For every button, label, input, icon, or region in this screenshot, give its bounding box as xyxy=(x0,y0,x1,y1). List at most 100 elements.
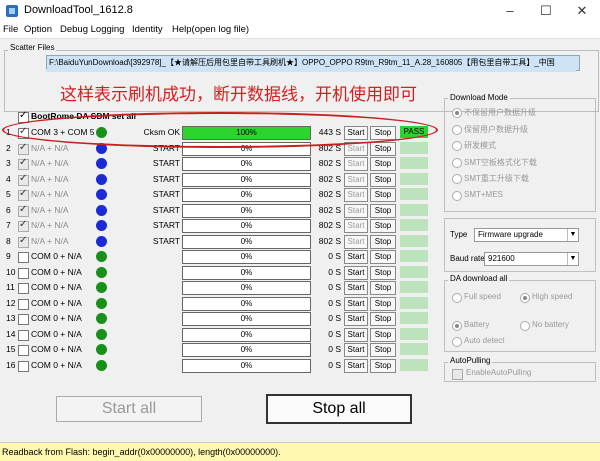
full-speed-radio[interactable] xyxy=(452,293,462,303)
port-checkbox[interactable] xyxy=(18,219,29,232)
no-battery-label: No battery xyxy=(532,320,569,329)
row-start-button[interactable]: Start xyxy=(344,312,368,326)
port-checkbox[interactable] xyxy=(18,283,29,294)
baud-select[interactable]: 921600 ▼ xyxy=(484,252,579,266)
battery-radio[interactable] xyxy=(452,321,462,331)
start-all-button[interactable]: Start all xyxy=(56,396,202,422)
download-mode-option-label: 不保留用户数据升级 xyxy=(464,108,536,117)
stop-all-button[interactable]: Stop all xyxy=(266,394,412,424)
row-start-button[interactable]: Start xyxy=(344,281,368,295)
menu-file[interactable]: File xyxy=(3,24,18,35)
progress-bar: 0% xyxy=(182,250,311,264)
row-result xyxy=(400,219,428,231)
progress-percent: 0% xyxy=(240,205,253,215)
row-result xyxy=(400,358,428,371)
type-select[interactable]: Firmware upgrade ▼ xyxy=(474,228,579,242)
port-label: N/A + N/A xyxy=(31,220,69,230)
port-checkbox[interactable] xyxy=(18,345,29,356)
auto-detect-radio[interactable] xyxy=(452,337,462,347)
menu-identity[interactable]: Identity xyxy=(132,24,163,35)
menu-option[interactable]: Option xyxy=(24,24,52,35)
row-stop-button[interactable]: Stop xyxy=(370,234,396,249)
download-mode-radio[interactable] xyxy=(452,141,462,151)
row-time: 0 S xyxy=(328,282,341,292)
row-time: 0 S xyxy=(328,266,341,277)
download-mode-option-label: 研发模式 xyxy=(464,141,496,150)
full-speed-label: Full speed xyxy=(464,292,501,301)
port-checkbox[interactable] xyxy=(18,157,29,170)
port-label: N/A + N/A xyxy=(31,189,69,199)
row-start-button[interactable]: Start xyxy=(344,343,368,357)
row-stop-button[interactable]: Stop xyxy=(370,188,396,202)
row-start-button[interactable]: Start xyxy=(344,157,368,171)
row-stop-button[interactable]: Stop xyxy=(370,203,396,218)
row-time: 802 S xyxy=(318,189,341,199)
download-mode-radio[interactable] xyxy=(452,157,462,168)
row-number: 15 xyxy=(6,344,16,354)
row-start-button[interactable]: Start xyxy=(344,203,368,218)
row-start-button[interactable]: Start xyxy=(344,358,368,373)
row-stop-button[interactable]: Stop xyxy=(370,327,396,342)
port-row: 13 COM 0 + N/A 0% 0 S Start Stop xyxy=(6,312,436,327)
row-stop-button[interactable]: Stop xyxy=(370,172,396,187)
port-checkbox[interactable] xyxy=(18,360,29,372)
row-stop-button[interactable]: Stop xyxy=(370,141,396,156)
download-mode-radio[interactable] xyxy=(452,190,462,201)
row-time: 802 S xyxy=(318,235,341,246)
auto-detect-label: Auto detect xyxy=(464,336,505,345)
maximize-icon[interactable]: ☐ xyxy=(528,0,564,22)
row-start-button[interactable]: Start xyxy=(344,265,368,280)
download-mode-radio[interactable] xyxy=(452,124,462,135)
progress-percent: 0% xyxy=(240,252,253,261)
close-icon[interactable]: ✕ xyxy=(564,0,600,22)
row-stop-button[interactable]: Stop xyxy=(370,219,396,233)
row-stop-button[interactable]: Stop xyxy=(370,250,396,264)
port-checkbox[interactable] xyxy=(18,142,29,155)
row-stop-button[interactable]: Stop xyxy=(370,343,396,357)
status-dot-icon xyxy=(96,204,107,216)
baud-value: 921600 xyxy=(488,254,515,263)
high-speed-radio[interactable] xyxy=(520,293,530,303)
progress-percent: 0% xyxy=(240,298,253,308)
port-checkbox[interactable] xyxy=(18,235,29,248)
port-label: COM 0 + N/A xyxy=(31,266,82,277)
status-dot-icon xyxy=(96,158,107,169)
port-row: 5 N/A + N/A START 0% 802 SStartStop xyxy=(6,188,436,203)
row-stop-button[interactable]: Stop xyxy=(370,157,396,171)
port-checkbox[interactable] xyxy=(18,329,29,341)
row-start-button[interactable]: Start xyxy=(344,188,368,202)
port-checkbox[interactable] xyxy=(18,267,29,279)
port-checkbox[interactable] xyxy=(18,204,29,217)
battery-label: Battery xyxy=(464,320,490,329)
row-start-button[interactable]: Start xyxy=(344,234,368,249)
row-start-button[interactable]: Start xyxy=(344,327,368,342)
enable-auto-pulling-checkbox[interactable] xyxy=(452,369,463,380)
row-stop-button[interactable]: Stop xyxy=(370,265,396,280)
row-stop-button[interactable]: Stop xyxy=(370,312,396,326)
row-start-button[interactable]: Start xyxy=(344,296,368,311)
download-mode-radio[interactable] xyxy=(452,174,462,184)
no-battery-radio[interactable] xyxy=(520,321,530,331)
menu-help[interactable]: Help(open log file) xyxy=(172,24,249,35)
progress-bar: 0% xyxy=(182,172,311,187)
menu-debug-logging[interactable]: Debug Logging xyxy=(60,24,124,35)
download-mode-radio[interactable] xyxy=(452,108,462,118)
row-number: 6 xyxy=(6,204,11,215)
port-checkbox[interactable] xyxy=(18,252,29,263)
port-checkbox[interactable] xyxy=(18,298,29,310)
row-start-button[interactable]: Start xyxy=(344,172,368,187)
row-number: 5 xyxy=(6,189,11,199)
row-number: 16 xyxy=(6,359,16,370)
port-checkbox[interactable] xyxy=(18,188,29,201)
row-start-button[interactable]: Start xyxy=(344,219,368,233)
progress-bar: 0% xyxy=(182,188,311,202)
port-checkbox[interactable] xyxy=(18,173,29,186)
status-dot-icon xyxy=(96,189,107,200)
row-start-button[interactable]: Start xyxy=(344,250,368,264)
row-stop-button[interactable]: Stop xyxy=(370,358,396,373)
row-stop-button[interactable]: Stop xyxy=(370,296,396,311)
row-stop-button[interactable]: Stop xyxy=(370,281,396,295)
port-checkbox[interactable] xyxy=(18,314,29,325)
minimize-icon[interactable]: – xyxy=(492,0,528,22)
progress-bar: 0% xyxy=(182,296,311,311)
